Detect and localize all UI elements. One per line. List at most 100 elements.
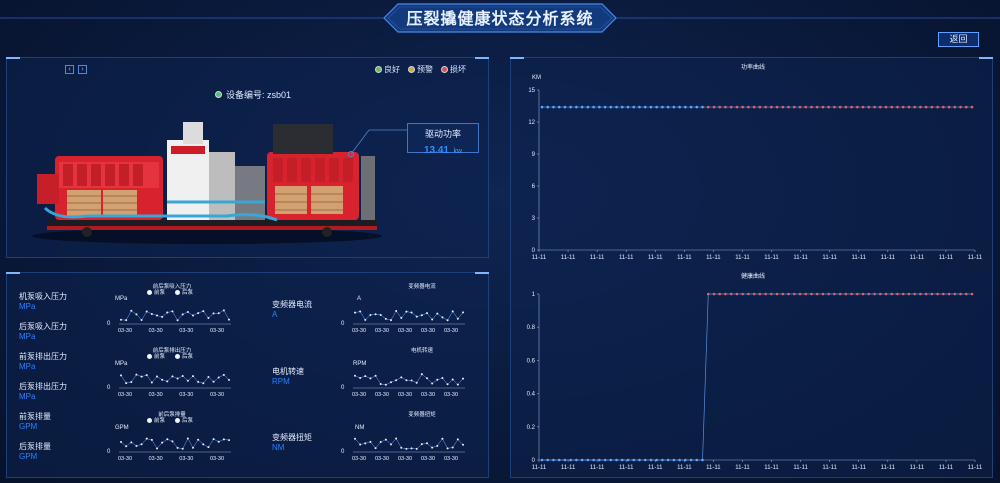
data-point [446,447,449,450]
y-tick-label: 0 [107,449,111,455]
data-point [446,383,449,386]
x-tick-label: 11-11 [939,255,954,261]
data-point [781,292,785,296]
back-button[interactable]: 返回 [938,32,979,47]
x-tick-label: 11-11 [532,465,547,471]
data-point [861,292,865,296]
data-point [661,458,664,462]
bad-dot-icon [441,66,448,73]
data-point [456,438,459,441]
data-point [615,458,618,462]
chevron-left-icon[interactable]: ‹ [65,65,74,74]
data-point [546,105,550,109]
y-tick-label: 0 [341,449,345,455]
data-point [369,377,372,380]
data-point [176,446,179,449]
data-point [580,105,584,109]
data-point [896,105,899,109]
data-point [120,374,122,377]
power-label: 驱动功率 [424,129,461,139]
data-point [844,292,848,296]
data-point [426,442,428,445]
data-point [827,292,830,296]
data-point [426,312,428,315]
warn-dot-icon [408,66,415,73]
x-tick-label: 11-11 [532,255,547,261]
x-tick-label: 11-11 [881,465,896,471]
x-tick-label: 11-11 [910,255,925,261]
data-point [701,105,704,109]
x-tick-label: 11-11 [590,255,605,261]
data-point [390,381,392,384]
data-point [964,105,968,109]
y-tick-label: 3 [532,216,536,222]
data-point [575,105,578,109]
good-dot-icon [375,66,382,73]
data-point [666,105,670,109]
x-tick-label: 03-30 [398,328,412,333]
x-tick-label: 11-11 [764,255,779,261]
data-point [718,105,722,109]
data-point [420,373,423,376]
data-point [171,375,174,378]
data-point [672,458,676,462]
data-point [798,292,802,296]
x-tick-label: 11-11 [561,255,576,261]
data-point [678,458,681,462]
x-tick-label: 03-30 [352,392,366,397]
mini-chart-unit: NM [355,425,365,431]
power-readout: 驱动功率 13.41 kw [407,123,479,156]
data-point [431,318,434,321]
data-point [638,105,641,109]
data-point [546,458,550,462]
data-point [390,319,392,322]
data-point [161,441,164,444]
data-point [856,292,859,296]
data-point [833,292,836,296]
mini-chart-unit: MPa [115,296,128,302]
y-tick-label: 0 [341,321,345,327]
data-point [661,105,664,109]
frac-pump-image [32,122,382,244]
data-point [873,292,876,296]
data-point [150,438,153,441]
data-point [374,374,377,377]
data-point [156,314,158,317]
x-tick-label: 11-11 [939,465,954,471]
y-tick-label: 0 [532,458,536,464]
data-point [850,105,853,109]
x-tick-label: 11-11 [561,465,576,471]
data-point [436,312,439,315]
data-point [901,105,905,109]
data-point [684,458,687,462]
data-point [462,443,464,446]
data-point [724,292,727,296]
data-point [384,317,387,320]
x-tick-label: 11-11 [619,465,634,471]
data-point [207,446,210,449]
data-point [678,105,681,109]
x-tick-label: 11-11 [793,465,808,471]
data-point [718,292,722,296]
y-tick-label: 0 [107,321,111,327]
data-point [186,379,189,382]
data-point [451,378,454,381]
chevron-right-icon[interactable]: › [78,65,87,74]
data-point [758,105,762,109]
data-point [884,105,888,109]
data-point [125,382,128,385]
data-point [752,105,756,109]
data-point [456,383,459,386]
data-point [441,316,444,319]
data-point [770,292,773,296]
data-point [861,105,865,109]
data-point [228,318,230,321]
y-tick-label: 6 [532,184,536,190]
x-tick-label: 11-11 [648,465,663,471]
y-tick-label: 0 [107,385,111,391]
data-point [212,380,215,383]
data-point [603,458,607,462]
data-point [815,292,819,296]
data-point [405,447,408,450]
x-tick-label: 11-11 [910,465,925,471]
